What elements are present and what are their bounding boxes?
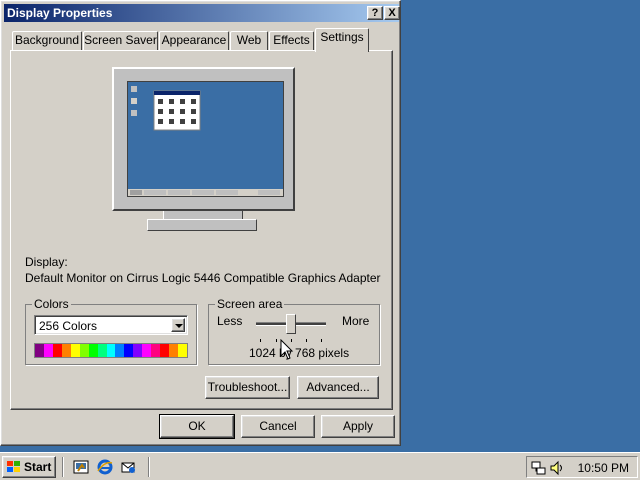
colors-group-label: Colors bbox=[32, 297, 71, 311]
slider-more-label: More bbox=[342, 314, 370, 328]
tab-background[interactable]: Background bbox=[12, 31, 82, 50]
ok-button[interactable]: OK bbox=[159, 414, 235, 439]
display-label: Display: bbox=[25, 255, 68, 269]
apply-button[interactable]: Apply bbox=[321, 415, 395, 438]
clock[interactable]: 10:50 PM bbox=[578, 461, 629, 475]
mouse-cursor-icon bbox=[280, 339, 294, 360]
chevron-down-icon[interactable] bbox=[171, 318, 185, 332]
resolution-text: 1024 by 768 pixels bbox=[249, 346, 350, 360]
color-swatch bbox=[88, 344, 98, 357]
windows-logo-icon bbox=[7, 461, 20, 472]
preview-desktop-icons bbox=[128, 86, 283, 196]
color-swatch bbox=[52, 344, 62, 357]
title-bar[interactable]: Display Properties ? X bbox=[4, 4, 400, 22]
color-swatch bbox=[160, 344, 170, 357]
color-swatch bbox=[133, 344, 143, 357]
color-swatch bbox=[61, 344, 71, 357]
color-swatch bbox=[35, 344, 44, 357]
start-button[interactable]: Start bbox=[2, 456, 56, 478]
taskbar: Start 10:50 PM bbox=[0, 452, 640, 480]
color-swatch bbox=[97, 344, 107, 357]
slider-less-label: Less bbox=[217, 314, 243, 328]
color-swatch bbox=[124, 344, 134, 357]
advanced-button[interactable]: Advanced... bbox=[297, 376, 379, 399]
tab-screen-saver[interactable]: Screen Saver bbox=[83, 31, 158, 50]
colors-select-value: 256 Colors bbox=[39, 319, 98, 333]
colors-select[interactable]: 256 Colors bbox=[34, 315, 188, 335]
network-icon[interactable] bbox=[531, 460, 547, 476]
tab-web[interactable]: Web bbox=[230, 31, 268, 50]
screen-area-group-label: Screen area bbox=[215, 297, 285, 311]
slider-tick bbox=[276, 339, 277, 342]
close-button[interactable]: X bbox=[384, 6, 400, 20]
color-swatch bbox=[70, 344, 80, 357]
monitor-base bbox=[147, 219, 257, 231]
tab-effects[interactable]: Effects bbox=[269, 31, 314, 50]
toolbar-separator bbox=[62, 457, 64, 477]
color-swatch bbox=[115, 344, 125, 357]
outlook-express-icon[interactable] bbox=[120, 459, 136, 475]
help-button[interactable]: ? bbox=[367, 6, 383, 20]
color-swatch bbox=[178, 344, 187, 357]
tab-settings[interactable]: Settings bbox=[315, 28, 369, 52]
display-properties-window: Display Properties ? X Background Screen… bbox=[0, 0, 401, 446]
display-adapter-text: Default Monitor on Cirrus Logic 5446 Com… bbox=[25, 271, 381, 285]
volume-icon[interactable] bbox=[549, 460, 565, 476]
start-label: Start bbox=[24, 460, 52, 474]
toolbar-separator bbox=[148, 457, 150, 477]
monitor-neck bbox=[163, 211, 243, 219]
color-palette-bar bbox=[34, 343, 188, 358]
window-title: Display Properties bbox=[7, 6, 113, 20]
tab-appearance[interactable]: Appearance bbox=[159, 31, 229, 50]
slider-tick bbox=[260, 339, 261, 342]
slider-tick bbox=[321, 339, 322, 342]
slider-tick bbox=[306, 339, 307, 342]
color-swatch bbox=[43, 344, 53, 357]
color-swatch bbox=[106, 344, 116, 357]
internet-explorer-icon[interactable] bbox=[97, 459, 113, 475]
color-swatch bbox=[169, 344, 178, 357]
system-tray: 10:50 PM bbox=[526, 456, 638, 478]
cancel-button[interactable]: Cancel bbox=[241, 415, 315, 438]
monitor-preview bbox=[112, 67, 295, 211]
troubleshoot-button[interactable]: Troubleshoot... bbox=[205, 376, 290, 399]
color-swatch bbox=[79, 344, 89, 357]
color-swatch bbox=[151, 344, 161, 357]
screen-area-slider-thumb[interactable] bbox=[286, 314, 296, 334]
color-swatch bbox=[142, 344, 152, 357]
show-desktop-icon[interactable] bbox=[73, 459, 89, 475]
monitor-preview-screen bbox=[127, 81, 284, 197]
